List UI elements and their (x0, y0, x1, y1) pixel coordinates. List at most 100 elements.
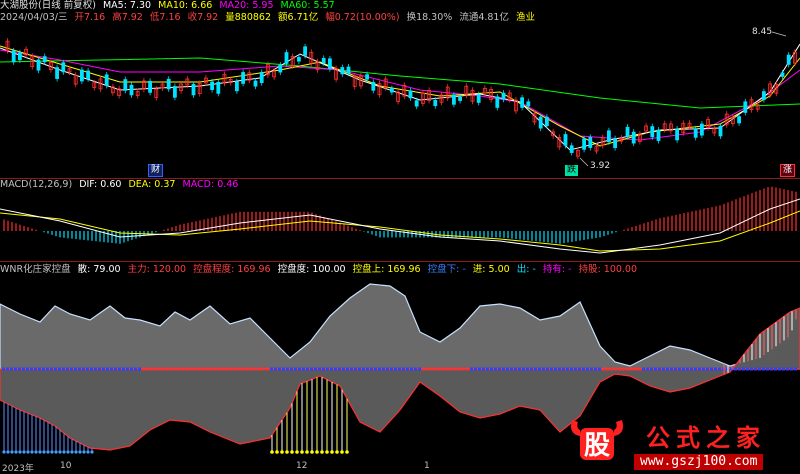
dotted-midline-segment (50, 367, 53, 371)
jin-dot (330, 450, 334, 454)
dotted-midline-segment (774, 367, 777, 371)
jin-dot (315, 450, 319, 454)
axis-year: 2023年 (2, 464, 34, 474)
axis-month-1: 1 (424, 461, 430, 471)
dotted-midline-segment (474, 367, 477, 371)
chu-dot (90, 450, 94, 454)
dotted-midline-segment (186, 367, 189, 371)
dotted-midline-segment (318, 367, 321, 371)
wnr-panel: WNR化庄家控盘 散: 79.00 主力: 120.00 控盘程度: 169.9… (0, 262, 800, 474)
candle-body (526, 101, 531, 107)
price-chart[interactable] (0, 0, 800, 178)
candle-body (501, 92, 506, 100)
dotted-midline-segment (34, 367, 37, 371)
dotted-midline-segment (178, 367, 181, 371)
dotted-midline-segment (10, 367, 13, 371)
dotted-midline-segment (222, 367, 225, 371)
axis-month-12: 12 (296, 461, 308, 471)
dotted-midline-segment (602, 367, 605, 371)
dotted-midline-segment (274, 367, 277, 371)
dotted-midline-segment (226, 367, 229, 371)
price-high-label: 8.45 (752, 27, 773, 37)
dotted-midline-segment (622, 367, 625, 371)
dotted-midline-segment (510, 367, 513, 371)
dotted-midline-segment (490, 367, 493, 371)
dotted-midline-segment (786, 367, 789, 371)
dotted-midline-segment (558, 367, 561, 371)
dotted-midline-segment (190, 367, 193, 371)
chu-dot (66, 450, 70, 454)
dotted-midline-segment (14, 367, 17, 371)
macd-chart[interactable] (0, 179, 800, 261)
jin-dot (275, 450, 279, 454)
dotted-midline-segment (234, 367, 237, 371)
chu-dot (38, 450, 42, 454)
candle-body (538, 116, 543, 129)
watermark-url[interactable]: www.gszj100.com (634, 454, 764, 470)
candle-body (80, 69, 84, 82)
dotted-midline-segment (62, 367, 65, 371)
dotted-midline-segment (530, 367, 533, 371)
dotted-midline-segment (126, 367, 129, 371)
candle-body (17, 52, 22, 61)
chu-dot (14, 450, 18, 454)
price-panel: 大湖股份(日线 前复权) MA5: 7.30 MA10: 6.66 MA20: … (0, 0, 800, 178)
jin-dot (280, 450, 284, 454)
chu-dot (6, 450, 10, 454)
dotted-midline-segment (282, 367, 285, 371)
dotted-midline-segment (162, 367, 165, 371)
dotted-midline-segment (310, 367, 313, 371)
dotted-midline-segment (86, 367, 89, 371)
jin-dot (310, 450, 314, 454)
chu-dot (46, 450, 50, 454)
dotted-midline-segment (634, 367, 637, 371)
badge-die[interactable]: 跌 (565, 165, 579, 176)
dotted-midline-segment (618, 367, 621, 371)
dotted-midline-segment (298, 367, 301, 371)
dotted-midline-segment (38, 367, 41, 371)
badge-zhang[interactable]: 涨 (780, 164, 796, 177)
dotted-midline-segment (538, 367, 541, 371)
chu-dot (82, 450, 86, 454)
candle-body (36, 59, 41, 71)
dotted-midline-segment (26, 367, 29, 371)
dotted-midline-segment (418, 367, 421, 371)
dotted-midline-segment (18, 367, 21, 371)
dotted-midline-segment (702, 367, 705, 371)
candle-body (588, 136, 593, 148)
badge-cai[interactable]: 财 (148, 164, 164, 177)
candle-body (61, 62, 66, 73)
dotted-midline-segment (514, 367, 517, 371)
watermark-logo: 股 公式之家 www.gszj100.com (560, 412, 800, 472)
chu-dot (2, 450, 6, 454)
candle-body (569, 145, 574, 153)
dotted-midline-segment (66, 367, 69, 371)
candle-body (42, 56, 47, 63)
candle-body (241, 72, 246, 84)
candle-body (693, 128, 698, 138)
candle-body (365, 74, 370, 80)
dotted-midline-segment (574, 367, 577, 371)
dotted-midline-segment (114, 367, 117, 371)
dotted-midline-segment (762, 367, 765, 371)
dotted-midline-segment (350, 367, 353, 371)
dotted-midline-segment (110, 367, 113, 371)
dotted-midline-segment (22, 367, 25, 371)
dotted-midline-segment (546, 367, 549, 371)
candle-body (296, 57, 301, 62)
dotted-midline-segment (386, 367, 389, 371)
dotted-midline-segment (410, 367, 413, 371)
dotted-midline-segment (42, 367, 45, 371)
dotted-midline-segment (638, 367, 641, 371)
bull-icon: 股 (571, 420, 623, 461)
watermark-cn: 公式之家 (646, 423, 766, 452)
dotted-midline-segment (374, 367, 377, 371)
dotted-midline-segment (542, 367, 545, 371)
dotted-midline-segment (58, 367, 61, 371)
dotted-midline-segment (106, 367, 109, 371)
candle-body (327, 58, 332, 70)
candle-body (700, 123, 704, 136)
chu-dot (54, 450, 58, 454)
dotted-midline-segment (562, 367, 565, 371)
jin-dot (285, 450, 289, 454)
